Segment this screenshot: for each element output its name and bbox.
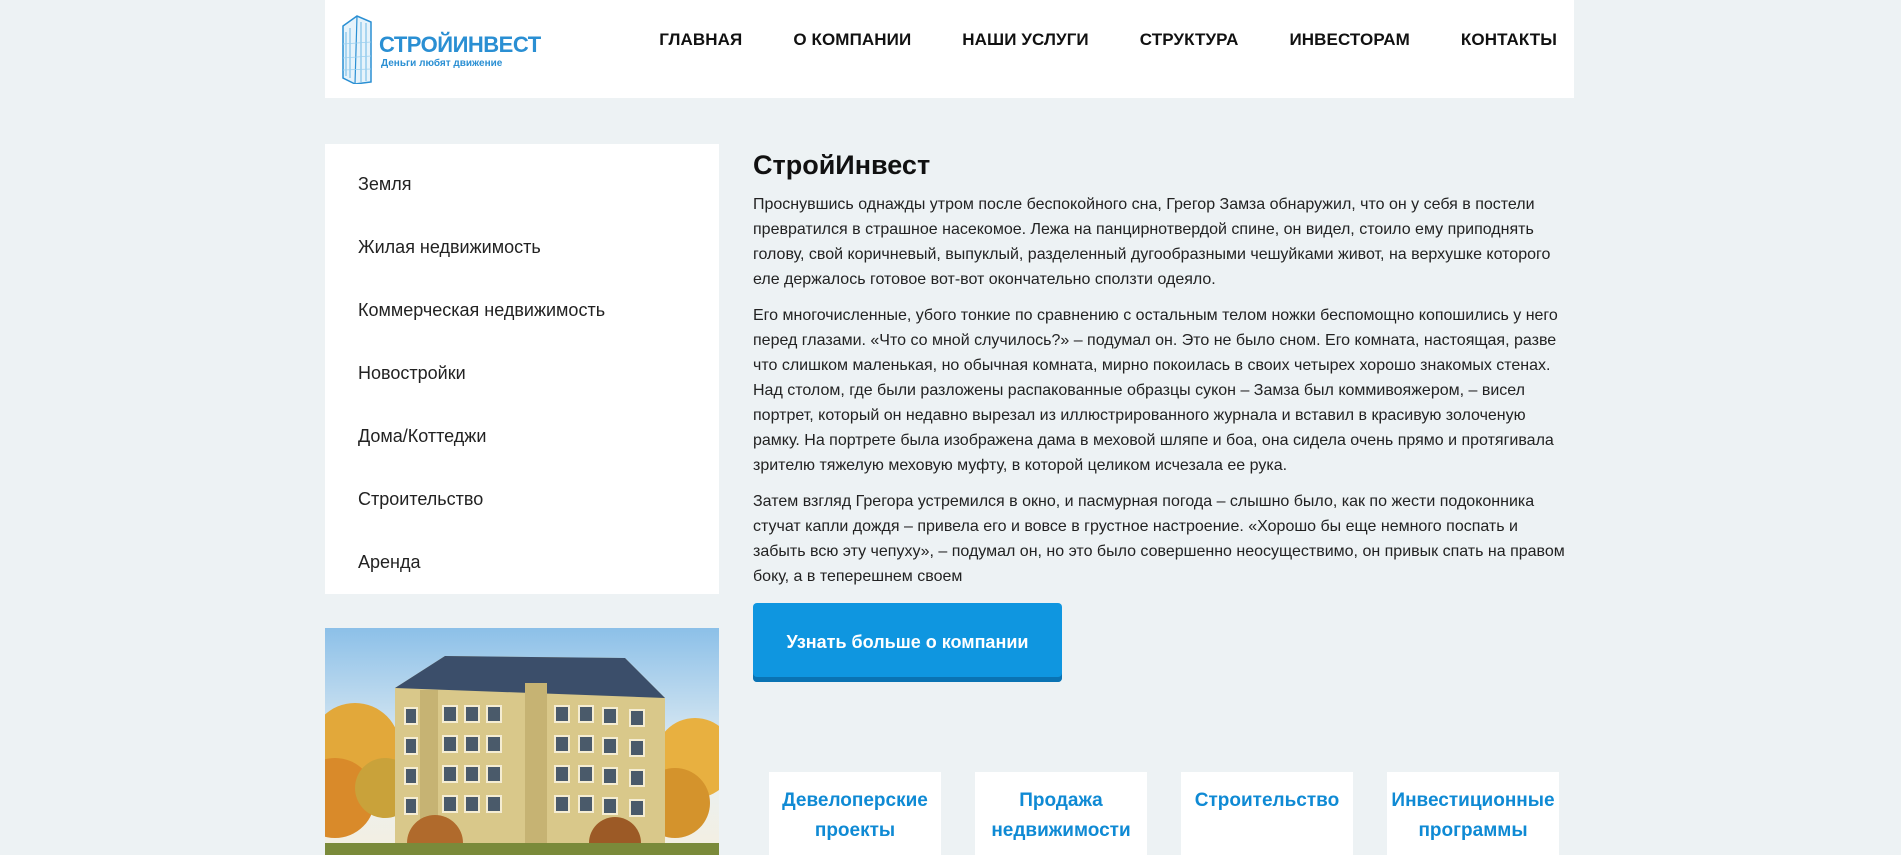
service-card-construction[interactable]: Строительство xyxy=(1181,772,1353,855)
nav-item-services[interactable]: НАШИ УСЛУГИ xyxy=(962,30,1088,50)
sidebar-item-rent[interactable]: Аренда xyxy=(325,546,719,609)
nav-item-investors[interactable]: ИНВЕСТОРАМ xyxy=(1289,30,1409,50)
main-nav: ГЛАВНАЯ О КОМПАНИИ НАШИ УСЛУГИ СТРУКТУРА… xyxy=(659,30,1557,50)
service-card-label-line-1: Инвестиционные xyxy=(1391,790,1555,811)
service-card-label-line-2: недвижимости xyxy=(991,820,1131,841)
sidebar-menu: Земля Жилая недвижимость Коммерческая не… xyxy=(325,144,719,594)
intro-paragraph-3: Затем взгляд Грегора устремился в окно, … xyxy=(753,493,1565,585)
sidebar-item-residential[interactable]: Жилая недвижимость xyxy=(325,231,719,294)
service-card-sales[interactable]: Продажа недвижимости xyxy=(975,772,1147,855)
service-card-label-line-2: программы xyxy=(1418,820,1528,841)
intro-paragraph-1: Проснувшись однажды утром после беспокой… xyxy=(753,196,1551,288)
service-card-label-line-2: проекты xyxy=(814,820,896,841)
sidebar-item-land[interactable]: Земля xyxy=(325,168,719,231)
intro-paragraph-2: Его многочисленные, убого тонкие по срав… xyxy=(753,307,1558,474)
nav-item-about[interactable]: О КОМПАНИИ xyxy=(793,30,911,50)
logo-title: СТРОЙИНВЕСТ xyxy=(379,32,541,57)
service-card-development[interactable]: Девелоперские проекты xyxy=(769,772,941,855)
skyscraper-icon xyxy=(342,15,372,84)
service-card-label-line-1: Девелоперские xyxy=(782,790,928,811)
sidebar-item-new-buildings[interactable]: Новостройки xyxy=(325,357,719,420)
sidebar-item-houses[interactable]: Дома/Коттеджи xyxy=(325,420,719,483)
nav-item-structure[interactable]: СТРУКТУРА xyxy=(1140,30,1239,50)
service-card-label-line-1: Строительство xyxy=(1194,790,1340,811)
page-title: СтройИнвест xyxy=(753,150,931,180)
site-header: СТРОЙИНВЕСТ Деньги любят движение ГЛАВНА… xyxy=(325,0,1574,98)
building-photo xyxy=(325,628,719,855)
logo[interactable]: СТРОЙИНВЕСТ Деньги любят движение xyxy=(341,14,541,84)
service-card-label-line-1: Продажа xyxy=(1019,790,1103,811)
service-card-investment[interactable]: Инвестиционные программы xyxy=(1387,772,1559,855)
nav-item-contacts[interactable]: КОНТАКТЫ xyxy=(1461,30,1557,50)
learn-more-button[interactable]: Узнать больше о компании xyxy=(753,603,1062,682)
main-content: СтройИнвест Проснувшись однажды утром по… xyxy=(753,148,1574,600)
sidebar-item-construction[interactable]: Строительство xyxy=(325,483,719,546)
logo-slogan: Деньги любят движение xyxy=(381,58,503,69)
sidebar-item-commercial[interactable]: Коммерческая недвижимость xyxy=(325,294,719,357)
nav-item-home[interactable]: ГЛАВНАЯ xyxy=(659,30,742,50)
